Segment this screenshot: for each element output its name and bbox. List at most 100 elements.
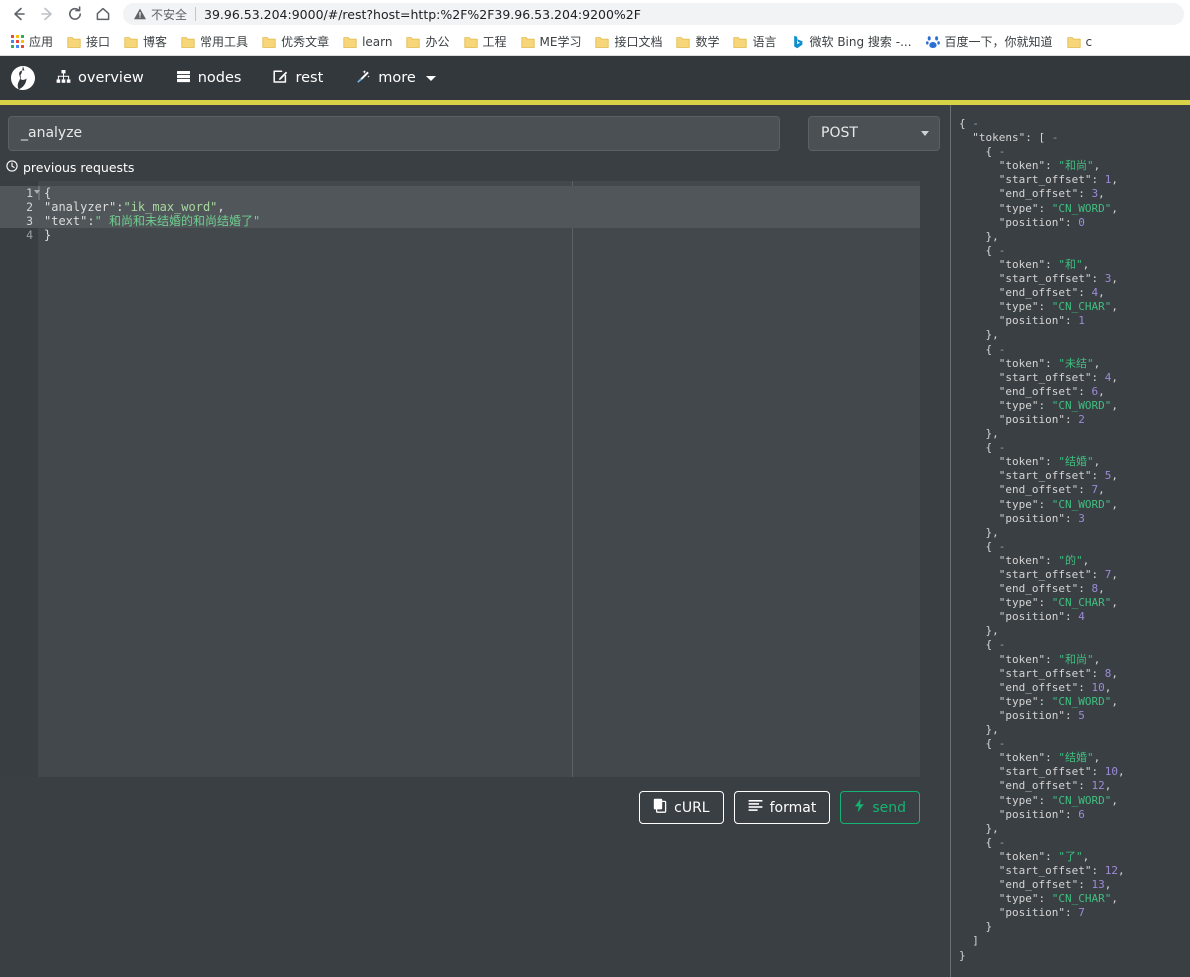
- home-button[interactable]: [90, 2, 116, 26]
- bookmark-label: 数学: [695, 35, 720, 49]
- nav-item-more[interactable]: more: [339, 56, 452, 100]
- request-actions: cURL format send: [0, 777, 950, 824]
- bookmark-label: 接口: [86, 35, 111, 49]
- bookmark-item[interactable]: 百度一下，你就知道: [919, 30, 1060, 54]
- bookmark-item[interactable]: 数学: [669, 30, 726, 54]
- code-line: "text":" 和尚和未结婚的和尚结婚了": [38, 214, 920, 228]
- bookmark-label: 博客: [143, 35, 168, 49]
- json-line: "token": "的",: [998, 553, 1090, 567]
- json-line: "position": 6: [998, 807, 1085, 821]
- chevron-down-icon: [425, 75, 436, 81]
- json-line: "position": 0: [998, 215, 1085, 229]
- forward-button[interactable]: [34, 2, 60, 26]
- code-line: }: [38, 228, 920, 242]
- gutter-line[interactable]: 4: [0, 228, 38, 242]
- response-viewer[interactable]: { - "tokens": [ - { - "token": "和尚", "st…: [950, 105, 1190, 977]
- print-margin-guide: [572, 181, 573, 777]
- json-line: "type": "CN_WORD",: [998, 201, 1118, 215]
- browser-chrome: 不安全 39.96.53.204:9000/#/rest?host=http:%…: [0, 0, 1190, 56]
- cerebro-logo-icon[interactable]: [6, 61, 40, 95]
- sitemap-icon: [56, 69, 71, 88]
- code-token-open-brace: {: [44, 186, 52, 200]
- bookmark-item[interactable]: 接口: [60, 30, 117, 54]
- gutter-line-number: 1: [26, 186, 33, 200]
- gutter-line-number: 3: [26, 214, 33, 228]
- security-status[interactable]: 不安全: [133, 6, 187, 23]
- bookmark-item[interactable]: 博客: [117, 30, 174, 54]
- omnibox-divider: [195, 7, 197, 21]
- folder-icon: [520, 36, 535, 48]
- json-line: "token": "和尚",: [998, 159, 1101, 173]
- request-pane: _analyze POST previous requests 1 2 3 4 …: [0, 105, 950, 977]
- gutter-line[interactable]: 1: [0, 186, 40, 200]
- gutter-line-number: 4: [26, 228, 33, 242]
- bookmark-item[interactable]: 工程: [457, 30, 514, 54]
- bookmark-item[interactable]: ME学习: [514, 30, 589, 54]
- bookmark-label: 百度一下，你就知道: [944, 35, 1053, 49]
- code-token-analyzer-key: "analyzer": [44, 200, 117, 214]
- reload-button[interactable]: [62, 2, 88, 26]
- bookmark-item[interactable]: 优秀文章: [255, 30, 336, 54]
- bookmark-item[interactable]: learn: [336, 30, 399, 54]
- gutter-line[interactable]: 3: [0, 214, 38, 228]
- nav-item-overview[interactable]: overview: [40, 56, 160, 100]
- bookmark-label: 应用: [29, 35, 54, 49]
- json-line: "end_offset": 8,: [998, 582, 1105, 596]
- code-fold-icon[interactable]: [34, 190, 40, 194]
- json-line: { -: [985, 737, 1006, 751]
- folder-icon: [343, 36, 357, 48]
- nav-label-overview: overview: [78, 70, 144, 86]
- bookmark-item[interactable]: 微软 Bing 搜索 -...: [784, 30, 919, 54]
- format-button[interactable]: format: [733, 791, 831, 824]
- folder-icon: [463, 36, 478, 48]
- back-button[interactable]: [6, 2, 32, 26]
- bookmarks-bar[interactable]: 应用 接口 博客 常用工具 优秀文章 learn 办公 工程 ME学习 接口文档 数学 语言 微软 Bi…: [0, 28, 1190, 56]
- editor-code-area[interactable]: { "analyzer":"ik_max_word", "text":" 和尚和…: [38, 181, 920, 777]
- json-line: { -: [985, 539, 1006, 553]
- address-bar[interactable]: 不安全 39.96.53.204:9000/#/rest?host=http:%…: [123, 3, 1184, 25]
- gutter-line[interactable]: 2: [0, 200, 38, 214]
- server-icon: [176, 69, 191, 88]
- not-secure-label: 不安全: [151, 7, 188, 22]
- http-method-select[interactable]: POST: [808, 115, 940, 151]
- json-line: "position": 3: [998, 511, 1085, 525]
- bookmark-label: 工程: [482, 35, 507, 49]
- request-path-input[interactable]: _analyze: [8, 115, 780, 151]
- send-button[interactable]: send: [840, 791, 920, 824]
- json-line: "position": 4: [998, 610, 1085, 624]
- nav-item-nodes[interactable]: nodes: [160, 56, 258, 100]
- nav-label-rest: rest: [295, 70, 324, 86]
- json-line: },: [985, 427, 999, 441]
- json-line: "end_offset": 12,: [998, 779, 1112, 793]
- json-line: "start_offset": 4,: [998, 370, 1118, 384]
- previous-requests-label: previous requests: [23, 160, 135, 175]
- bookmark-item[interactable]: 接口文档: [588, 30, 669, 54]
- folder-icon: [67, 36, 81, 48]
- bookmark-item[interactable]: 应用: [4, 30, 60, 54]
- bookmark-label: 语言: [752, 35, 777, 49]
- json-line: "start_offset": 3,: [998, 272, 1118, 286]
- warning-triangle-icon: [134, 8, 146, 20]
- bookmark-label: learn: [362, 34, 393, 49]
- bookmark-item[interactable]: 办公: [399, 30, 456, 54]
- json-line: "position": 7: [998, 906, 1085, 920]
- bookmark-item[interactable]: 语言: [726, 30, 783, 54]
- bing-icon: [793, 35, 802, 48]
- code-token-text-value: " 和尚和未结婚的和尚结婚了": [94, 214, 261, 228]
- json-line: "token": "了",: [998, 849, 1090, 863]
- bookmark-item[interactable]: 常用工具: [174, 30, 255, 54]
- browser-toolbar: 不安全 39.96.53.204:9000/#/rest?host=http:%…: [0, 0, 1190, 28]
- folder-icon: [733, 36, 748, 48]
- json-line: "end_offset": 6,: [998, 384, 1105, 398]
- json-line: },: [985, 624, 999, 638]
- nav-item-rest[interactable]: rest: [257, 56, 339, 100]
- previous-requests-toggle[interactable]: previous requests: [0, 151, 950, 181]
- curl-button[interactable]: cURL: [639, 791, 724, 824]
- rest-page: _analyze POST previous requests 1 2 3 4 …: [0, 105, 1190, 977]
- bookmark-item[interactable]: c: [1060, 30, 1100, 54]
- chevron-down-icon: [921, 130, 929, 136]
- request-body-editor[interactable]: 1 2 3 4 { "analyzer":"ik_max_word", "tex…: [0, 181, 920, 777]
- json-line: "end_offset": 3,: [998, 187, 1105, 201]
- json-line: "position": 1: [998, 314, 1085, 328]
- folder-icon: [262, 36, 276, 48]
